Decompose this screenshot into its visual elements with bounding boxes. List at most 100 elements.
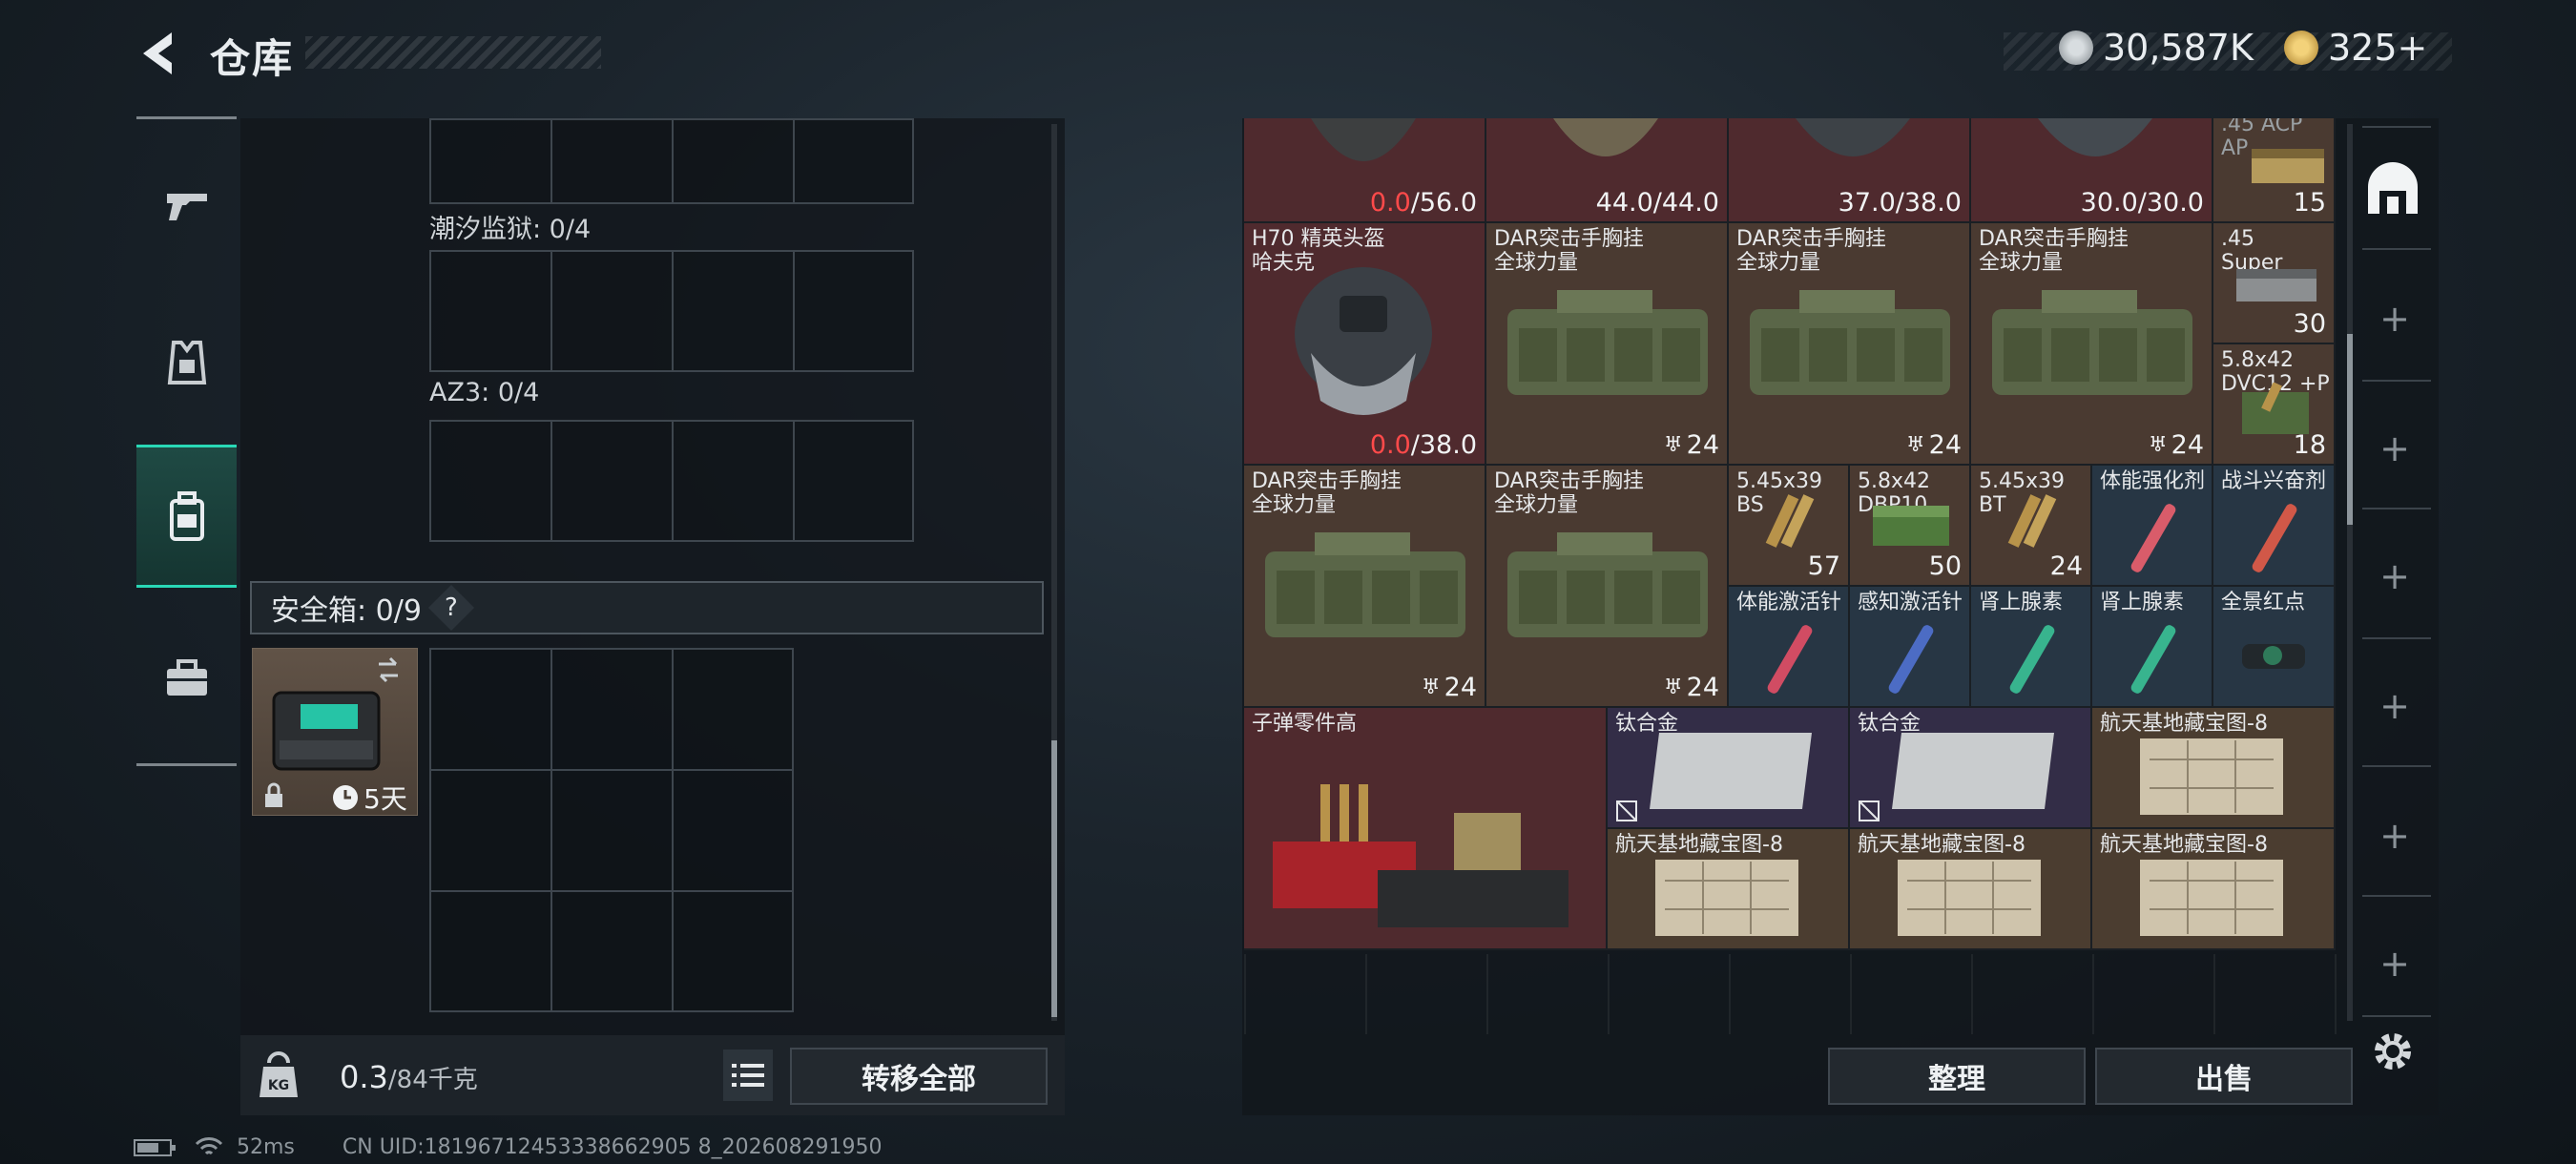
battery-icon xyxy=(134,1138,176,1156)
stash-item-sight[interactable]: 全景红点 xyxy=(2213,587,2336,708)
list-view-button[interactable] xyxy=(723,1050,773,1101)
nav-backpack[interactable] xyxy=(136,445,237,588)
durability: 30.0/30.0 xyxy=(2080,188,2204,218)
stash-item-h70-helmet[interactable]: H70 精英头盔 哈夫克 0.0/38.0 xyxy=(1244,223,1486,466)
currency-silver: 30,587K xyxy=(2059,27,2254,69)
nav-weapons[interactable] xyxy=(136,134,237,277)
item-slots: ♅ 24 xyxy=(1421,673,1477,702)
help-icon[interactable]: ? xyxy=(427,584,474,632)
stash-item-treasure-map[interactable]: 航天基地藏宝图-8 xyxy=(1850,829,2092,950)
stash-item-ammo[interactable]: .45 ACP AP 15 xyxy=(2213,118,2336,223)
right-scrollbar-thumb[interactable] xyxy=(2347,334,2353,525)
safe-box-timer: 5天 xyxy=(331,779,407,817)
lock-icon xyxy=(262,782,285,809)
stash-item-treasure-map[interactable]: 航天基地藏宝图-8 xyxy=(2092,829,2336,950)
list-icon xyxy=(732,1064,764,1087)
ammo-box-image xyxy=(2252,149,2324,183)
stash-item-injector[interactable]: 体能强化剂 xyxy=(2092,466,2213,587)
nav-briefcase[interactable] xyxy=(136,607,237,750)
stash-item-injector[interactable]: 肾上腺素 xyxy=(2092,587,2213,708)
add-stash-tab-button[interactable]: + xyxy=(2374,298,2416,340)
stash-item-titanium[interactable]: 钛合金 xyxy=(1850,708,2092,829)
timer-text: 5天 xyxy=(364,783,407,815)
add-stash-tab-button[interactable]: + xyxy=(2374,943,2416,985)
stash-item-helmet[interactable]: 0.0/56.0 xyxy=(1244,118,1486,223)
sell-button[interactable]: 出售 xyxy=(2095,1048,2353,1105)
stash-item-bullet-parts[interactable]: 子弹零件高 xyxy=(1244,708,1608,950)
add-stash-tab-button[interactable]: + xyxy=(2374,685,2416,727)
container-grid[interactable] xyxy=(429,250,914,372)
durability: 37.0/38.0 xyxy=(1838,188,1962,218)
item-name: 体能激活针 xyxy=(1736,591,1842,614)
slot-icon: ♅ xyxy=(1663,676,1683,699)
section-label: 潮汐监狱: 0/4 xyxy=(429,215,592,244)
add-stash-tab-button[interactable]: + xyxy=(2374,815,2416,857)
stash-item-ammo[interactable]: 5.45x39 BS 57 xyxy=(1729,466,1850,587)
item-name: 战斗兴奋剂 xyxy=(2221,469,2327,493)
currency-gold[interactable]: 325+ xyxy=(2284,27,2427,69)
stash-item-ammo[interactable]: .45 Super 30 xyxy=(2213,223,2336,344)
stash-item-armor[interactable]: 30.0/30.0 xyxy=(1971,118,2213,223)
stash-item-treasure-map[interactable]: 航天基地藏宝图-8 xyxy=(1608,829,1850,950)
container-grid[interactable] xyxy=(429,420,914,542)
stash-item-treasure-map[interactable]: 航天基地藏宝图-8 xyxy=(2092,708,2336,829)
add-stash-tab-button[interactable]: + xyxy=(2374,555,2416,597)
durability: 0.0/38.0 xyxy=(1369,430,1477,460)
stash-item-ammo[interactable]: 5.8x42 DVC12 +P 18 xyxy=(2213,344,2336,466)
stash-tab-main[interactable] xyxy=(2364,160,2421,218)
item-slots: ♅ 24 xyxy=(1663,673,1719,702)
item-name: DAR突击手胸挂 全球力量 xyxy=(1494,227,1644,275)
vest-icon xyxy=(167,341,206,385)
warehouse-icon xyxy=(2368,162,2418,214)
container-grid-top[interactable] xyxy=(429,118,914,204)
durability: 0.0/56.0 xyxy=(1369,188,1477,218)
injector-image xyxy=(2130,504,2176,572)
helmet-image xyxy=(1553,118,1658,156)
item-slots: ♅ 24 xyxy=(1663,430,1719,460)
ammo-box-image xyxy=(1873,506,1949,546)
armor-image xyxy=(2038,118,2152,156)
stash-item-ammo[interactable]: 5.45x39 BT 24 xyxy=(1971,466,2092,587)
metal-plate-image xyxy=(1650,733,1812,809)
stash-item-injector[interactable]: 体能激活针 xyxy=(1729,587,1850,708)
ammo-image xyxy=(2007,494,2057,548)
stash-item-injector[interactable]: 肾上腺素 xyxy=(1971,587,2092,708)
transfer-all-button[interactable]: 转移全部 xyxy=(790,1048,1048,1105)
stash-item-titanium[interactable]: 钛合金 xyxy=(1608,708,1850,829)
stash-item-armor[interactable]: 37.0/38.0 xyxy=(1729,118,1971,223)
stash-item-chest-rig[interactable]: DAR突击手胸挂 全球力量 ♅ 24 xyxy=(1729,223,1971,466)
uid-text: CN UID:18196712453338662905 8_2026082919… xyxy=(342,1135,883,1159)
item-slots: ♅ 24 xyxy=(1905,430,1962,460)
sight-image xyxy=(2242,644,2305,669)
stash-item-chest-rig[interactable]: DAR突击手胸挂 全球力量 ♅ 24 xyxy=(1244,466,1486,708)
slot-icon: ♅ xyxy=(1421,676,1441,699)
stash-item-chest-rig[interactable]: DAR突击手胸挂 全球力量 ♅ 24 xyxy=(1486,223,1729,466)
safe-box-grid[interactable] xyxy=(429,648,794,1012)
stash-item-ammo[interactable]: 5.8x42 DBP10 50 xyxy=(1850,466,1971,587)
chest-rig-image xyxy=(1992,290,2192,395)
add-stash-tab-button[interactable]: + xyxy=(2374,427,2416,469)
stash-item-chest-rig[interactable]: DAR突击手胸挂 全球力量 ♅ 24 xyxy=(1971,223,2213,466)
injector-image xyxy=(2130,625,2176,694)
stash-item-helmet[interactable]: 44.0/44.0 xyxy=(1486,118,1729,223)
page-title: 仓库 xyxy=(210,35,295,82)
stash-item-injector[interactable]: 战斗兴奋剂 xyxy=(2213,466,2336,587)
settings-button[interactable] xyxy=(2370,1029,2416,1074)
item-name: DAR突击手胸挂 全球力量 xyxy=(1979,227,2129,275)
backpack-icon xyxy=(169,491,204,541)
stash-item-injector[interactable]: 感知激活针 xyxy=(1850,587,1971,708)
back-button[interactable] xyxy=(134,27,187,80)
stash-empty-slots[interactable] xyxy=(1244,954,2339,1034)
sort-button[interactable]: 整理 xyxy=(1828,1048,2086,1105)
weight-max: /84千克 xyxy=(387,1066,478,1094)
currency-gold-value: 325+ xyxy=(2328,27,2428,69)
nav-armor[interactable] xyxy=(136,291,237,434)
stash-item-chest-rig[interactable]: DAR突击手胸挂 全球力量 ♅ 24 xyxy=(1486,466,1729,708)
safe-box-item[interactable]: 5天 xyxy=(252,648,418,816)
tab-divider xyxy=(2362,248,2431,250)
currency-silver-value: 30,587K xyxy=(2103,27,2254,69)
no-trade-icon xyxy=(1616,800,1637,821)
left-scrollbar-thumb[interactable] xyxy=(1051,740,1057,1017)
svg-text:KG: KG xyxy=(268,1078,289,1093)
durability: 44.0/44.0 xyxy=(1595,188,1719,218)
